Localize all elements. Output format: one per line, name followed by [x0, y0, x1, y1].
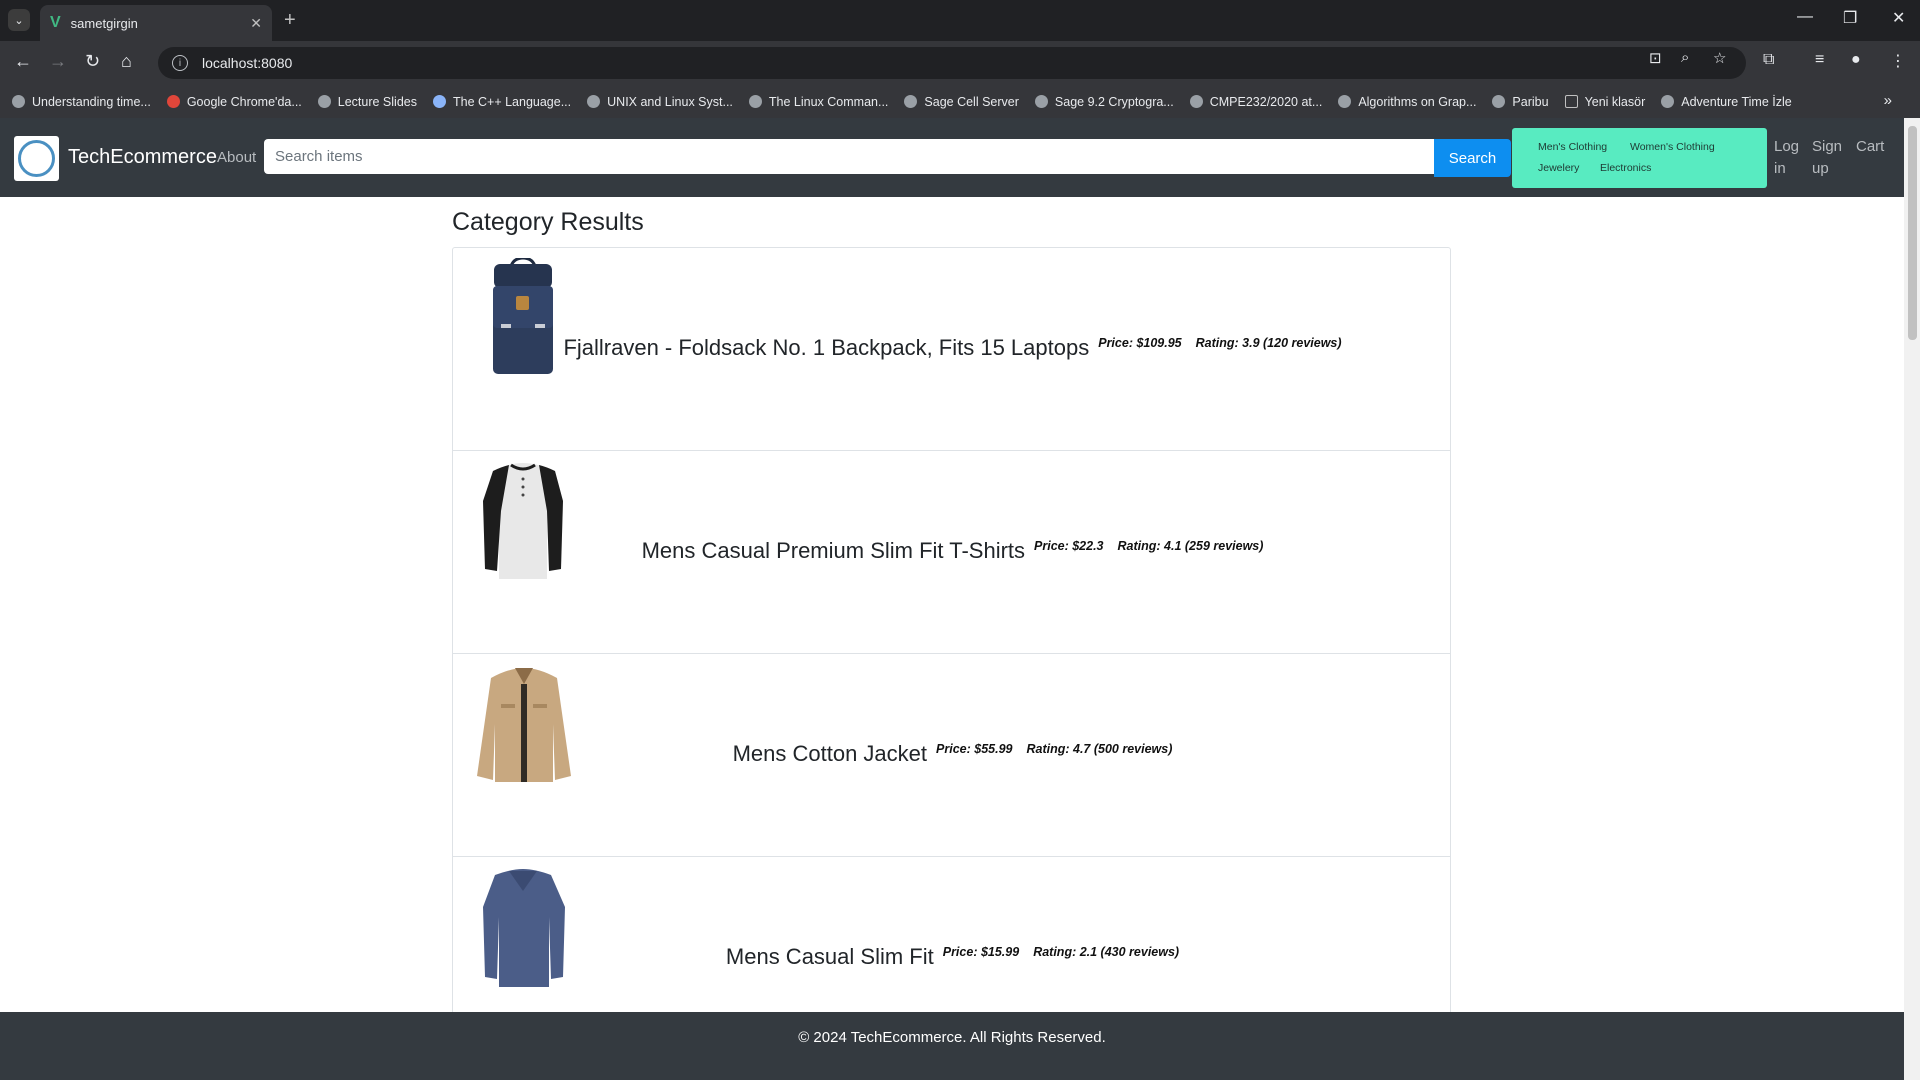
minimize-icon[interactable]: —	[1797, 8, 1813, 26]
site-logo[interactable]	[14, 136, 59, 181]
address-bar[interactable]: i localhost:8080	[158, 47, 1746, 79]
bookmark-item[interactable]: The Linux Comman...	[748, 95, 888, 109]
bookmark-star-icon[interactable]: ☆	[1713, 49, 1726, 67]
search-input[interactable]	[264, 139, 1434, 174]
globe-icon	[1034, 95, 1048, 108]
site-footer: © 2024 TechEcommerce. All Rights Reserve…	[0, 1012, 1904, 1080]
category-womens-clothing[interactable]: Women's Clothing	[1630, 141, 1715, 153]
cart-link[interactable]: Cart	[1856, 136, 1884, 158]
product-name[interactable]: Fjallraven - Foldsack No. 1 Backpack, Fi…	[563, 335, 1089, 361]
bookmark-item[interactable]: Google Chrome'da...	[166, 95, 302, 109]
bookmark-item[interactable]: Paribu	[1492, 95, 1549, 109]
product-info: Mens Cotton Jacket Price: $55.99 Rating:…	[453, 654, 1452, 767]
globe-icon	[317, 95, 331, 108]
globe-icon	[1661, 95, 1675, 108]
address-url: localhost:8080	[202, 55, 293, 71]
restore-icon[interactable]: ❐	[1843, 8, 1857, 28]
product-info: Mens Casual Premium Slim Fit T-Shirts Pr…	[453, 451, 1452, 564]
product-list: Fjallraven - Foldsack No. 1 Backpack, Fi…	[452, 247, 1451, 1061]
scrollbar-thumb[interactable]	[1908, 126, 1917, 340]
category-mens-clothing[interactable]: Men's Clothing	[1538, 141, 1607, 153]
product-price: Price: $109.95	[1098, 336, 1182, 350]
product-rating: Rating: 4.7 (500 reviews)	[1026, 742, 1173, 756]
google-icon	[166, 95, 180, 108]
browser-tab[interactable]: V sametgirgin ✕	[40, 5, 272, 41]
extensions-icon[interactable]: ⧉	[1763, 51, 1774, 69]
product-price: Price: $55.99	[936, 742, 1013, 756]
product-rating: Rating: 2.1 (430 reviews)	[1033, 945, 1180, 959]
bookmark-item[interactable]: The C++ Language...	[432, 95, 571, 109]
product-card[interactable]: Mens Cotton Jacket Price: $55.99 Rating:…	[453, 654, 1450, 857]
globe-icon	[1338, 95, 1352, 108]
product-rating: Rating: 3.9 (120 reviews)	[1195, 336, 1342, 350]
bookmark-item[interactable]: Algorithms on Grap...	[1338, 95, 1476, 109]
close-window-icon[interactable]: ✕	[1892, 8, 1905, 28]
signup-link[interactable]: Sign up	[1812, 136, 1848, 180]
category-menu: Men's Clothing Women's Clothing Jewelery…	[1512, 128, 1767, 188]
bookmark-folder[interactable]: Yeni klasör	[1564, 95, 1645, 109]
bookmark-item[interactable]: CMPE232/2020 at...	[1189, 95, 1322, 109]
page-scrollbar[interactable]	[1904, 118, 1920, 1080]
globe-icon	[1492, 95, 1506, 108]
bookmark-item[interactable]: Understanding time...	[12, 95, 151, 109]
site-navbar: TechEcommerce About Search Men's Clothin…	[0, 118, 1904, 197]
home-icon[interactable]: ⌂	[121, 51, 132, 72]
search-button[interactable]: Search	[1434, 139, 1511, 177]
zoom-icon[interactable]: ⌕	[1681, 49, 1689, 66]
product-price: Price: $22.3	[1034, 539, 1104, 553]
bookmark-item[interactable]: Sage 9.2 Cryptogra...	[1034, 95, 1174, 109]
category-electronics[interactable]: Electronics	[1600, 162, 1651, 174]
logo-emblem-icon	[18, 140, 55, 177]
vue-favicon-icon: V	[50, 14, 61, 31]
category-jewelery[interactable]: Jewelery	[1538, 162, 1579, 174]
about-link[interactable]: About	[217, 149, 256, 166]
globe-icon	[1189, 95, 1203, 108]
product-rating: Rating: 4.1 (259 reviews)	[1117, 539, 1264, 553]
cpp-icon	[432, 95, 446, 108]
product-name[interactable]: Mens Casual Slim Fit	[726, 944, 934, 970]
product-name[interactable]: Mens Casual Premium Slim Fit T-Shirts	[642, 538, 1025, 564]
globe-icon	[12, 95, 25, 108]
bookmark-item[interactable]: Lecture Slides	[317, 95, 417, 109]
back-icon[interactable]: ←	[14, 51, 32, 72]
brand-name[interactable]: TechEcommerce	[68, 146, 217, 169]
product-info: Fjallraven - Foldsack No. 1 Backpack, Fi…	[453, 248, 1452, 361]
globe-icon	[748, 95, 762, 108]
tab-strip: ⌄ V sametgirgin ✕ + — ❐ ✕	[0, 0, 1920, 41]
copyright-text: © 2024 TechEcommerce. All Rights Reserve…	[798, 1029, 1106, 1046]
reload-icon[interactable]: ↻	[85, 51, 100, 72]
forward-icon[interactable]: →	[49, 51, 67, 72]
menu-kebab-icon[interactable]: ⋮	[1890, 51, 1906, 71]
bookmark-item[interactable]: UNIX and Linux Syst...	[587, 95, 733, 109]
globe-icon	[904, 95, 918, 108]
browser-chrome: ⌄ V sametgirgin ✕ + — ❐ ✕ ← → ↻ ⌂ i loca…	[0, 0, 1920, 118]
results-section: Category Results Fjallraven - Foldsack N…	[452, 208, 1451, 1061]
page-viewport: TechEcommerce About Search Men's Clothin…	[0, 118, 1904, 1080]
bookmark-item[interactable]: Adventure Time İzle	[1661, 95, 1792, 109]
product-info: Mens Casual Slim Fit Price: $15.99 Ratin…	[453, 857, 1452, 970]
translate-icon[interactable]: ⊡	[1649, 49, 1662, 67]
page-title: Category Results	[452, 208, 644, 236]
product-card[interactable]: Mens Casual Premium Slim Fit T-Shirts Pr…	[453, 451, 1450, 654]
more-bookmarks-icon[interactable]: »	[1884, 92, 1892, 109]
bookmarks-bar: Understanding time... Google Chrome'da..…	[0, 85, 1920, 118]
new-tab-icon[interactable]: +	[284, 9, 296, 32]
folder-icon	[1564, 95, 1578, 108]
product-name[interactable]: Mens Cotton Jacket	[733, 741, 927, 767]
product-card[interactable]: Fjallraven - Foldsack No. 1 Backpack, Fi…	[453, 248, 1450, 451]
browser-toolbar: ← → ↻ ⌂ i localhost:8080 ⊡ ⌕ ☆ ⧉ ≡ ● ⋮	[0, 41, 1920, 85]
site-info-icon[interactable]: i	[172, 55, 188, 71]
bookmark-item[interactable]: Sage Cell Server	[904, 95, 1019, 109]
media-queue-icon[interactable]: ≡	[1815, 51, 1824, 69]
globe-icon	[587, 95, 601, 108]
tab-search-icon[interactable]: ⌄	[8, 9, 30, 31]
tab-title: sametgirgin	[70, 15, 138, 31]
product-price: Price: $15.99	[942, 945, 1020, 959]
login-link[interactable]: Log in	[1774, 136, 1804, 180]
profile-avatar-icon[interactable]: ●	[1851, 51, 1861, 69]
close-tab-icon[interactable]: ✕	[250, 15, 262, 32]
